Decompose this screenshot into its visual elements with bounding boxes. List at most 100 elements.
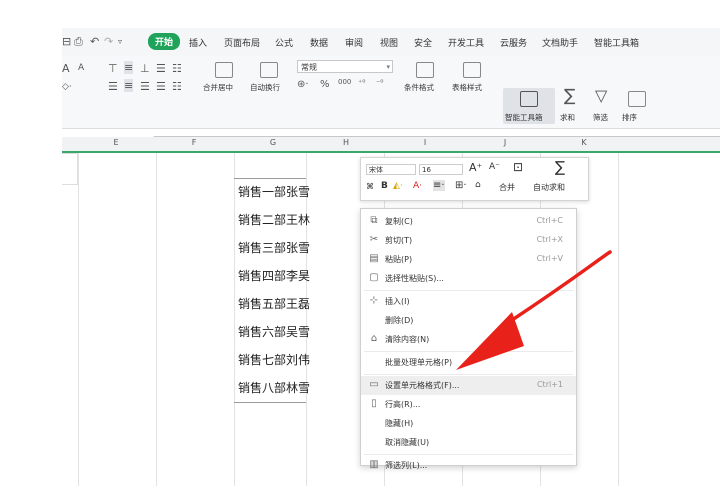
mini-autosum-icon[interactable]: ∑ xyxy=(555,158,565,176)
increase-decimal-icon[interactable]: ⁺⁰ xyxy=(358,78,365,87)
wrap-text-button[interactable]: 自动换行 xyxy=(250,82,280,93)
align-center-icon[interactable]: ≡ xyxy=(124,79,134,92)
menu-item-hide[interactable]: 隐藏(H) xyxy=(361,414,576,433)
mini-bold-icon[interactable]: B xyxy=(381,181,388,191)
merge-center-button[interactable]: 合并居中 xyxy=(203,82,233,93)
mini-font-name-select[interactable]: 宋体 xyxy=(366,164,416,175)
save-icon[interactable]: ⊟ xyxy=(62,35,71,48)
data-cell[interactable]: 销售二部王林 xyxy=(238,206,310,234)
column-header-g[interactable]: G xyxy=(263,138,283,147)
table-style-button[interactable]: 表格样式 xyxy=(452,82,482,93)
mini-increase-font-icon[interactable]: A⁺ xyxy=(469,161,482,174)
decrease-decimal-icon[interactable]: ⁻⁰ xyxy=(376,78,383,87)
smart-toolbox-icon[interactable] xyxy=(520,91,538,107)
orientation-icon[interactable]: ☰ xyxy=(156,62,166,75)
menu-item-batch-process[interactable]: 批量处理单元格(P) xyxy=(361,353,576,372)
menu-item-unhide[interactable]: 取消隐藏(U) xyxy=(361,433,576,452)
column-header-j[interactable]: J xyxy=(495,138,515,147)
menu-separator xyxy=(364,374,573,375)
currency-icon[interactable]: ⊛· xyxy=(297,79,309,90)
tab-developer[interactable]: 开发工具 xyxy=(448,36,484,49)
menu-item-insert[interactable]: ⊹ 插入(I) xyxy=(361,292,576,311)
sort-button[interactable]: 排序 xyxy=(622,112,637,123)
mini-merge-icon[interactable]: ⊡ xyxy=(513,160,523,174)
mini-merge-button[interactable]: 合并 xyxy=(499,182,515,193)
menu-item-paste-special[interactable]: ▢ 选择性粘贴(S)... xyxy=(361,269,576,288)
mini-font-color-icon[interactable]: A· xyxy=(413,181,422,191)
tab-review[interactable]: 审阅 xyxy=(345,36,363,49)
menu-item-format-cells[interactable]: ▭ 设置单元格格式(F)... Ctrl+1 xyxy=(361,376,576,395)
filter-button[interactable]: 筛选 xyxy=(593,112,608,123)
data-cell[interactable]: 销售一部张雪 xyxy=(238,178,310,206)
blank-cell[interactable] xyxy=(62,153,78,185)
data-cell[interactable]: 销售六部吴雪 xyxy=(238,318,310,346)
decrease-font-button[interactable]: A xyxy=(78,63,84,73)
indent-icon[interactable]: ☷ xyxy=(172,62,182,75)
align-bottom-icon[interactable]: ⊥ xyxy=(140,62,150,75)
mini-font-size-select[interactable]: 16 xyxy=(419,164,463,175)
tab-doc-assistant[interactable]: 文档助手 xyxy=(542,36,578,49)
column-header-i[interactable]: I xyxy=(415,138,435,147)
wrap-text-icon[interactable] xyxy=(260,62,278,78)
percent-button[interactable]: % xyxy=(320,79,330,90)
tab-view[interactable]: 视图 xyxy=(380,36,398,49)
filter-icon[interactable]: ▽ xyxy=(595,86,607,105)
tab-home[interactable]: 开始 xyxy=(148,33,181,50)
mini-format-painter-icon[interactable]: ⌘ xyxy=(366,182,374,191)
justify-icon[interactable]: ☰ xyxy=(156,80,166,93)
tab-page-layout[interactable]: 页面布局 xyxy=(224,36,260,49)
fill-color-icon[interactable]: ◇· xyxy=(62,82,72,92)
menu-item-label: 清除内容(N) xyxy=(385,335,430,344)
thousands-button[interactable]: 000 xyxy=(338,78,351,86)
redo-icon[interactable]: ↷ xyxy=(104,35,113,48)
customize-icon[interactable]: ▿ xyxy=(118,37,122,46)
tab-smart-toolbox[interactable]: 智能工具箱 xyxy=(594,36,639,49)
column-header-h[interactable]: H xyxy=(336,138,356,147)
menu-item-copy[interactable]: ⧉ 复制(C) Ctrl+C xyxy=(361,212,576,231)
tab-cloud[interactable]: 云服务 xyxy=(500,36,527,49)
conditional-format-icon[interactable] xyxy=(416,62,434,78)
tab-insert[interactable]: 插入 xyxy=(189,36,207,49)
align-top-icon[interactable]: ⊤ xyxy=(108,62,118,75)
tab-security[interactable]: 安全 xyxy=(414,36,432,49)
number-format-select[interactable]: 常规 ▾ xyxy=(297,60,393,73)
menu-item-cut[interactable]: ✂ 剪切(T) Ctrl+X xyxy=(361,231,576,250)
filter-column-icon: ▥ xyxy=(369,459,379,470)
data-cell[interactable]: 销售五部王磊 xyxy=(238,290,310,318)
data-cell[interactable]: 销售三部张雪 xyxy=(238,234,310,262)
column-header-e[interactable]: E xyxy=(106,138,126,147)
mini-align-icon[interactable]: ≡· xyxy=(433,180,445,191)
mini-fill-color-icon[interactable]: ◭· xyxy=(393,181,403,191)
menu-item-delete[interactable]: 删除(D) xyxy=(361,311,576,330)
sum-button[interactable]: 求和 xyxy=(560,112,575,123)
align-middle-icon[interactable]: ≡ xyxy=(124,61,134,74)
merge-center-icon[interactable] xyxy=(215,62,233,78)
column-header-k[interactable]: K xyxy=(574,138,594,147)
sum-icon[interactable]: ∑ xyxy=(564,86,575,106)
align-left-icon[interactable]: ☰ xyxy=(108,80,118,93)
column-header-f[interactable]: F xyxy=(184,138,204,147)
smart-toolbox-button[interactable]: 智能工具箱 xyxy=(505,112,543,123)
data-cell[interactable]: 销售八部林雪 xyxy=(238,374,310,402)
menu-item-paste[interactable]: ▤ 粘贴(P) Ctrl+V xyxy=(361,250,576,269)
menu-item-filter-column[interactable]: ▥ 筛选列(L)... xyxy=(361,456,576,475)
menu-item-clear-contents[interactable]: ⌂ 清除内容(N) xyxy=(361,330,576,349)
tab-formulas[interactable]: 公式 xyxy=(275,36,293,49)
align-right-icon[interactable]: ☰ xyxy=(140,80,150,93)
undo-icon[interactable]: ↶ xyxy=(90,35,99,48)
mini-autosum-button[interactable]: 自动求和 xyxy=(533,182,565,193)
table-style-icon[interactable] xyxy=(463,62,481,78)
increase-font-button[interactable]: A xyxy=(62,62,70,75)
print-preview-icon[interactable]: ⎙ xyxy=(74,35,83,49)
clear-icon: ⌂ xyxy=(370,333,378,344)
mini-border-icon[interactable]: ⊞· xyxy=(455,180,467,191)
distributed-icon[interactable]: ☷ xyxy=(172,80,182,93)
data-cell[interactable]: 销售四部李昊 xyxy=(238,262,310,290)
tab-data[interactable]: 数据 xyxy=(310,36,328,49)
menu-item-row-height[interactable]: ▯ 行高(R)... xyxy=(361,395,576,414)
mini-clear-icon[interactable]: ⌂ xyxy=(475,180,481,190)
sort-icon[interactable] xyxy=(628,91,646,107)
conditional-format-button[interactable]: 条件格式 xyxy=(404,82,434,93)
mini-decrease-font-icon[interactable]: A⁻ xyxy=(489,162,500,172)
data-cell[interactable]: 销售七部刘伟 xyxy=(238,346,310,374)
